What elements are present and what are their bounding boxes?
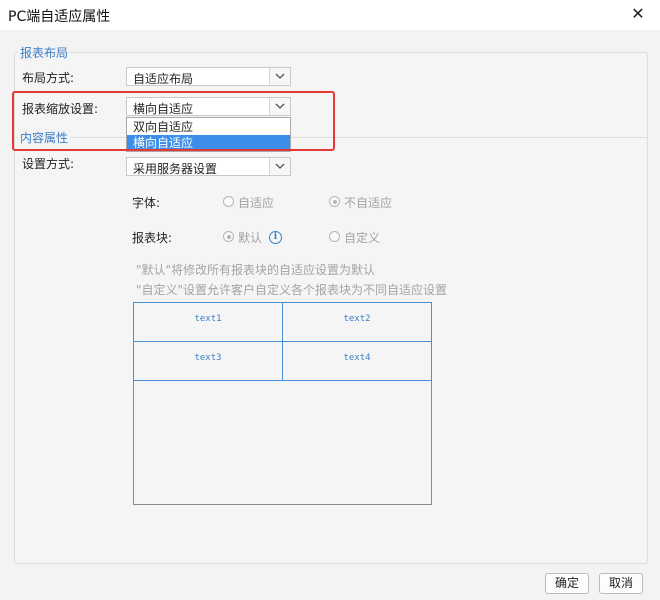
block-radio-custom[interactable] xyxy=(329,231,340,242)
setting-mode-select[interactable]: 采用服务器设置 xyxy=(126,157,291,176)
font-option-not-adaptive: 不自适应 xyxy=(344,196,393,210)
info-icon[interactable]: i xyxy=(269,231,282,244)
font-option-adaptive: 自适应 xyxy=(238,196,275,210)
report-block-cell[interactable]: text4 xyxy=(282,341,432,381)
report-block-cell[interactable]: text3 xyxy=(133,341,283,381)
block-option-default: 默认 xyxy=(238,231,263,245)
layout-mode-select[interactable]: 自适应布局 xyxy=(126,67,291,86)
chevron-down-icon[interactable] xyxy=(269,158,290,175)
layout-mode-value: 自适应布局 xyxy=(133,72,194,86)
block-label: 报表块: xyxy=(132,231,173,245)
font-label: 字体: xyxy=(132,196,161,210)
font-radio-not-adaptive[interactable] xyxy=(329,196,340,207)
setting-mode-label: 设置方式: xyxy=(22,157,75,171)
highlight-box xyxy=(12,91,335,151)
report-block-cell[interactable]: text1 xyxy=(133,302,283,342)
description-line: "默认"将修改所有报表块的自适应设置为默认 xyxy=(136,263,376,277)
ok-button[interactable]: 确定 xyxy=(545,573,589,594)
block-radio-default[interactable] xyxy=(223,231,234,242)
setting-mode-value: 采用服务器设置 xyxy=(133,162,218,176)
font-radio-adaptive[interactable] xyxy=(223,196,234,207)
close-icon[interactable]: ✕ xyxy=(628,4,648,24)
layout-mode-label: 布局方式: xyxy=(22,71,75,85)
report-block-cell[interactable]: text2 xyxy=(282,302,432,342)
window-title: PC端自适应属性 xyxy=(8,9,111,25)
report-layout-legend: 报表布局 xyxy=(18,44,71,61)
description-line: "自定义"设置允许客户自定义各个报表块为不同自适应设置 xyxy=(136,283,448,297)
block-option-custom: 自定义 xyxy=(344,231,381,245)
chevron-down-icon[interactable] xyxy=(269,68,290,85)
cancel-button[interactable]: 取消 xyxy=(599,573,643,594)
